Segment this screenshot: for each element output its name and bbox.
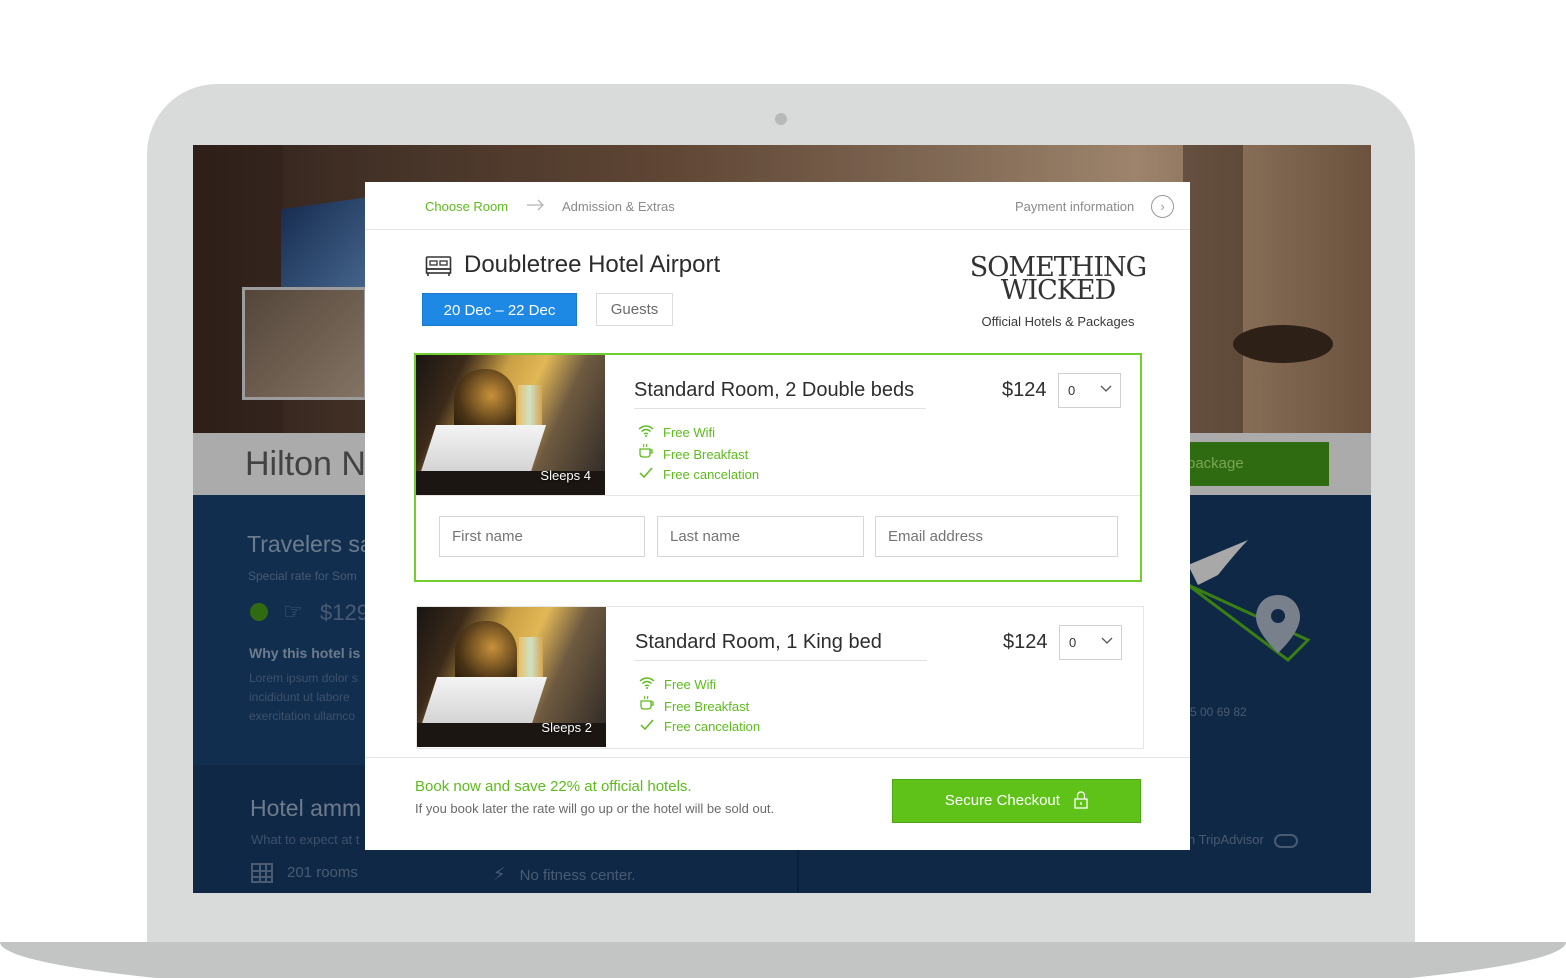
- quantity-value: 0: [1069, 635, 1077, 650]
- checkmark-icon: [637, 716, 657, 737]
- quantity-value: 0: [1068, 383, 1076, 398]
- something-wicked-logo: SOMETHING WICKED: [963, 254, 1153, 304]
- checkout-steps: Choose Room Admission & Extras Payment i…: [365, 182, 1190, 230]
- room-card-selected[interactable]: Sleeps 4 Standard Room, 2 Double beds Fr…: [414, 353, 1142, 582]
- email-input[interactable]: [875, 516, 1118, 557]
- room-summary: Sleeps 2 Standard Room, 1 King bed Free …: [417, 607, 1143, 747]
- promo-title: Book now and save 22% at official hotels…: [415, 778, 692, 795]
- date-range-button[interactable]: 20 Dec – 22 Dec: [422, 293, 577, 326]
- guest-details-form: [416, 495, 1140, 580]
- feature-label: Free cancelation: [663, 467, 760, 482]
- hotel-name: Doubletree Hotel Airport: [464, 251, 721, 278]
- feature-wifi: Free Wifi: [637, 674, 760, 695]
- checkmark-icon: [636, 464, 656, 485]
- next-step-chevron-icon[interactable]: ›: [1151, 195, 1174, 218]
- feature-breakfast: Free Breakfast: [637, 695, 760, 716]
- step-admission-extras[interactable]: Admission & Extras: [562, 199, 675, 214]
- chevron-down-icon: [1101, 637, 1113, 644]
- room-title: Standard Room, 2 Double beds: [634, 379, 926, 409]
- room-photo[interactable]: Sleeps 2: [417, 607, 606, 747]
- room-card[interactable]: Sleeps 2 Standard Room, 1 King bed Free …: [416, 606, 1144, 749]
- modal-footer: Book now and save 22% at official hotels…: [365, 757, 1190, 850]
- quantity-select[interactable]: 0: [1058, 373, 1121, 408]
- step-choose-room[interactable]: Choose Room: [425, 199, 508, 214]
- wifi-icon: [636, 422, 656, 443]
- room-price: $124: [1003, 631, 1048, 653]
- room-window: [518, 385, 542, 425]
- feature-breakfast: Free Breakfast: [636, 443, 759, 464]
- coffee-cup-icon: [637, 695, 657, 717]
- quantity-select[interactable]: 0: [1059, 625, 1122, 660]
- coffee-cup-icon: [636, 443, 656, 465]
- step-payment-information[interactable]: Payment information: [1015, 199, 1134, 214]
- camera-dot: [775, 113, 787, 125]
- feature-label: Free cancelation: [664, 719, 761, 734]
- room-window: [519, 637, 543, 677]
- feature-label: Free Wifi: [664, 677, 716, 692]
- feature-wifi: Free Wifi: [636, 422, 759, 443]
- feature-label: Free Breakfast: [663, 447, 749, 462]
- room-photo[interactable]: Sleeps 4: [416, 355, 605, 495]
- wifi-icon: [637, 674, 657, 695]
- chevron-down-icon: [1100, 385, 1112, 392]
- feature-label: Free Breakfast: [664, 699, 750, 714]
- feature-cancelation: Free cancelation: [637, 716, 760, 737]
- lock-icon: [1074, 791, 1088, 809]
- brand-logo-block: SOMETHING WICKED Official Hotels & Packa…: [963, 254, 1153, 329]
- room-features: Free Wifi Free Breakfast Free cancelatio…: [636, 422, 759, 485]
- booking-modal: Choose Room Admission & Extras Payment i…: [365, 182, 1190, 850]
- room-features: Free Wifi Free Breakfast Free cancelatio…: [637, 674, 760, 737]
- brand-tagline: Official Hotels & Packages: [981, 314, 1135, 329]
- guests-button[interactable]: Guests: [596, 293, 673, 326]
- feature-label: Free Wifi: [663, 425, 715, 440]
- feature-cancelation: Free cancelation: [636, 464, 759, 485]
- room-price: $124: [1002, 379, 1047, 401]
- promo-subtitle: If you book later the rate will go up or…: [415, 801, 775, 816]
- secure-checkout-button[interactable]: Secure Checkout: [892, 779, 1141, 823]
- first-name-input[interactable]: [439, 516, 645, 557]
- room-summary: Sleeps 4 Standard Room, 2 Double beds Fr…: [416, 355, 1140, 495]
- arrow-right-icon: [527, 199, 544, 211]
- sleeps-label: Sleeps 2: [541, 720, 592, 735]
- bed-icon: [425, 256, 452, 276]
- checkout-label: Secure Checkout: [944, 792, 1060, 809]
- room-title: Standard Room, 1 King bed: [635, 631, 927, 661]
- last-name-input[interactable]: [657, 516, 864, 557]
- sleeps-label: Sleeps 4: [540, 468, 591, 483]
- laptop-base: [0, 942, 1566, 978]
